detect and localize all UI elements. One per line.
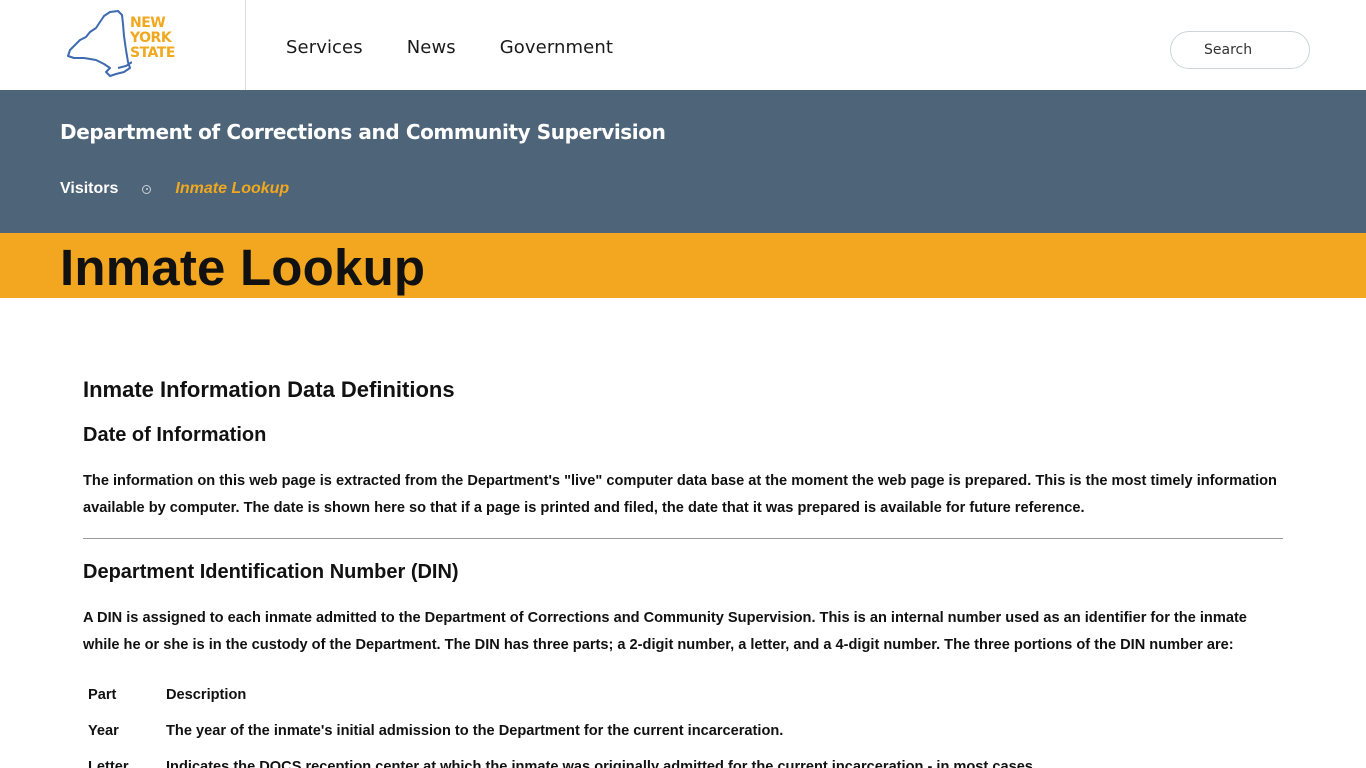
din-parts-table: Part Description Year The year of the in… [83, 677, 1037, 768]
header-divider [245, 0, 246, 90]
logo-line-1: NEW [130, 15, 166, 31]
section-divider [83, 538, 1283, 539]
main-nav: Services News Government [286, 37, 657, 58]
breadcrumb-current: Inmate Lookup [175, 180, 290, 197]
breadcrumb-separator-icon [142, 184, 152, 194]
search-box [1170, 31, 1310, 69]
new-york-state-map-icon [67, 10, 132, 77]
logo-line-2: YORK [130, 30, 172, 46]
breadcrumb-visitors[interactable]: Visitors [60, 180, 118, 198]
table-cell-part: Year [88, 723, 119, 739]
nav-government[interactable]: Government [500, 37, 613, 58]
site-header: NEW YORK STATE Services News Government [0, 0, 1366, 90]
din-text: A DIN is assigned to each inmate admitte… [83, 610, 1247, 653]
table-header-description: Description [166, 687, 247, 703]
search-input[interactable] [1172, 33, 1308, 67]
din-heading: Department Identification Number (DIN) [83, 561, 459, 583]
table-row: Letter Indicates the DOCS reception cent… [83, 749, 1037, 768]
table-header-part: Part [88, 687, 117, 703]
table-header-row: Part Description [83, 677, 1037, 713]
table-cell-description: The year of the inmate's initial admissi… [166, 723, 784, 739]
nav-services[interactable]: Services [286, 37, 363, 58]
definitions-heading: Inmate Information Data Definitions [83, 377, 455, 402]
agency-banner: Department of Corrections and Community … [0, 90, 1366, 233]
nav-news[interactable]: News [407, 37, 456, 58]
table-cell-description: Indicates the DOCS reception center at w… [166, 759, 1037, 768]
table-row: Year The year of the inmate's initial ad… [83, 713, 1037, 749]
logo-line-3: STATE [130, 45, 175, 61]
date-of-information-heading: Date of Information [83, 424, 267, 446]
date-of-information-text: The information on this web page is extr… [83, 473, 1277, 516]
page-title: Inmate Lookup [60, 239, 426, 296]
agency-title[interactable]: Department of Corrections and Community … [60, 120, 666, 144]
main-content: Inmate Information Data Definitions Date… [83, 376, 1283, 768]
nys-logo[interactable]: NEW YORK STATE [66, 10, 182, 78]
logo-wordmark: NEW YORK STATE [130, 16, 175, 61]
breadcrumb: Visitors Inmate Lookup [60, 180, 289, 198]
page-title-banner: Inmate Lookup [0, 233, 1366, 298]
table-cell-part: Letter [88, 759, 129, 768]
